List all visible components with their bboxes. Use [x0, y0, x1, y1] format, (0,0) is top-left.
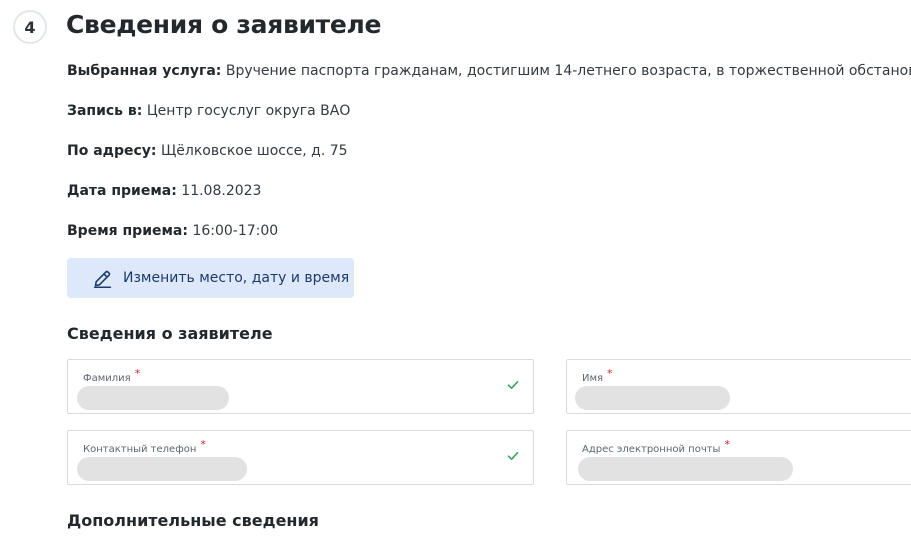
required-mark: * [724, 438, 730, 451]
step-number-badge: 4 [13, 10, 47, 44]
time-value: 16:00-17:00 [192, 223, 279, 239]
address-label: По адресу: [67, 143, 157, 159]
name-value-redacted [575, 386, 730, 410]
time-row: Время приема: 16:00-17:00 [67, 223, 278, 239]
pencil-icon [93, 270, 112, 288]
check-icon [507, 452, 519, 460]
selected-service-label: Выбранная услуга: [67, 63, 222, 79]
date-label: Дата приема: [67, 183, 177, 199]
required-mark: * [134, 367, 141, 380]
surname-field[interactable]: Фамилия * [67, 359, 534, 414]
step-number: 4 [24, 17, 36, 37]
phone-field[interactable]: Контактный телефон * [67, 430, 534, 485]
check-icon [507, 381, 519, 389]
page-title: Сведения о заявителе [66, 10, 382, 39]
required-mark: * [607, 367, 613, 380]
appointment-form-page: 4 Сведения о заявителе Выбранная услуга:… [0, 0, 911, 538]
time-label: Время приема: [67, 223, 188, 239]
date-row: Дата приема: 11.08.2023 [67, 183, 261, 199]
name-field[interactable]: Имя * [566, 359, 911, 414]
selected-service-row: Выбранная услуга: Вручение паспорта граж… [67, 63, 911, 79]
email-field-label: Адрес электронной почты [582, 444, 721, 455]
date-value: 11.08.2023 [181, 183, 262, 199]
address-value: Щёлковское шоссе, д. 75 [160, 143, 348, 159]
phone-value-redacted [77, 457, 247, 481]
email-value-redacted [578, 457, 793, 481]
required-mark: * [200, 438, 206, 451]
change-place-date-time-button[interactable]: Изменить место, дату и время [67, 258, 354, 298]
surname-field-label: Фамилия [83, 373, 131, 384]
applicant-section-title: Сведения о заявителе [67, 324, 273, 343]
phone-field-label: Контактный телефон [83, 444, 197, 455]
change-button-label: Изменить место, дату и время [123, 270, 350, 286]
surname-value-redacted [77, 386, 229, 410]
email-field[interactable]: Адрес электронной почты * [566, 430, 911, 485]
name-field-label: Имя [582, 373, 604, 384]
place-value: Центр госуслуг округа ВАО [146, 103, 351, 119]
address-row: По адресу: Щёлковское шоссе, д. 75 [67, 143, 348, 159]
selected-service-value: Вручение паспорта гражданам, достигшим 1… [225, 63, 911, 79]
additional-section-title: Дополнительные сведения [67, 511, 319, 530]
place-row: Запись в: Центр госуслуг округа ВАО [67, 103, 350, 119]
place-label: Запись в: [67, 103, 143, 119]
